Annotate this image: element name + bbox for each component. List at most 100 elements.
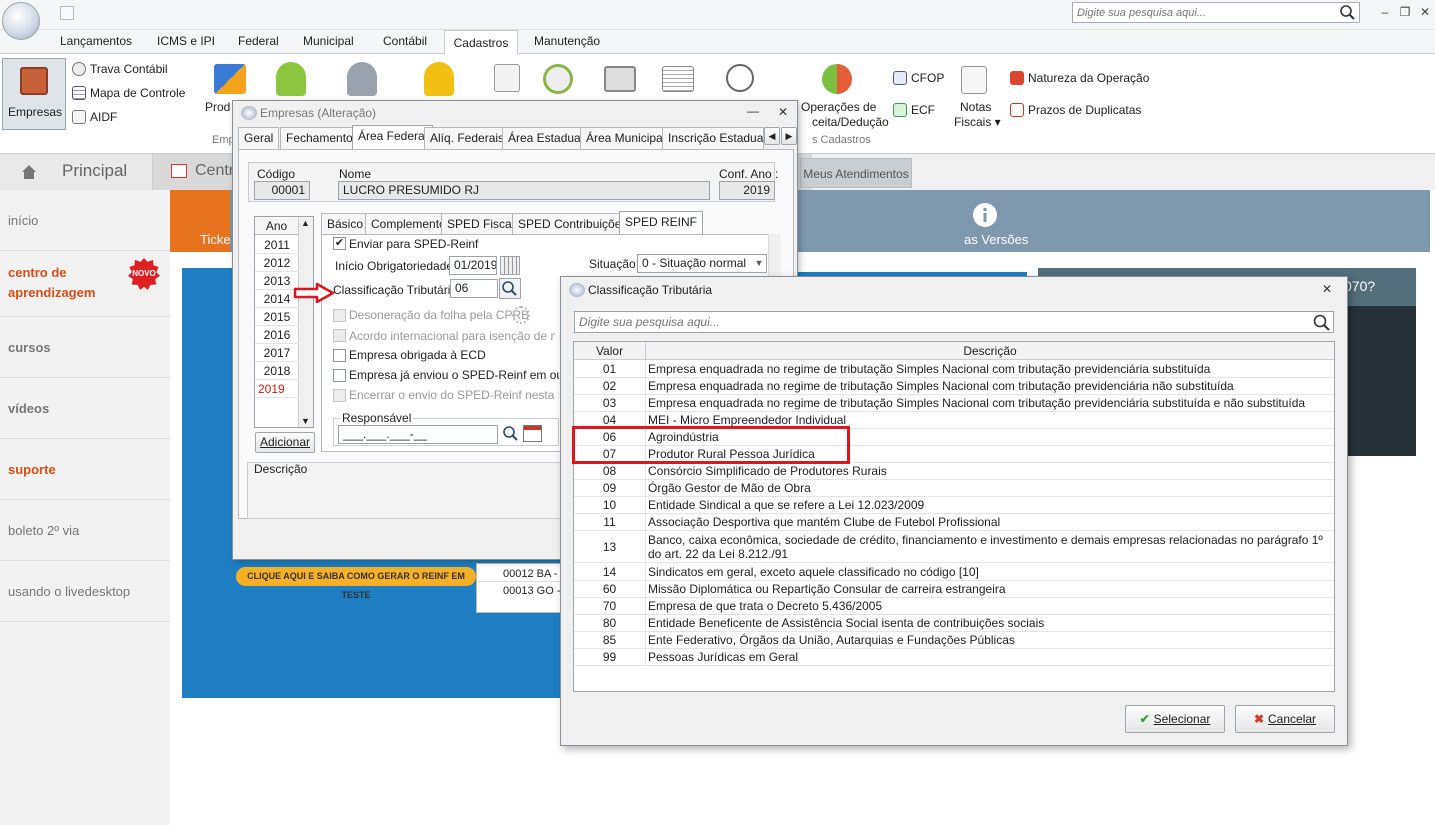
search-icon[interactable] xyxy=(1312,313,1332,332)
tab-area-estadual[interactable]: Área Estadual xyxy=(502,127,590,149)
tab-cadastros[interactable]: Cadastros xyxy=(444,30,518,55)
natureza-operacao-button[interactable]: Natureza da Operação xyxy=(1028,71,1149,85)
seal-icon[interactable] xyxy=(543,64,573,94)
tab-federal[interactable]: Federal xyxy=(238,34,279,48)
adicionar-button[interactable]: Adicionar xyxy=(255,432,315,453)
sidebar-item-centro-aprendizagem[interactable]: centro de aprendizagem xyxy=(0,252,125,313)
prazos-duplicatas-button[interactable]: Prazos de Duplicatas xyxy=(1028,103,1141,117)
ja-enviou-checkbox[interactable] xyxy=(333,369,346,382)
tab-aliq-federais[interactable]: Alíq. Federais xyxy=(424,127,511,149)
sidebar-item-livedesktop[interactable]: usando o livedesktop xyxy=(0,561,170,622)
search-icon[interactable] xyxy=(501,424,521,444)
table-row[interactable]: 13 Banco, caixa econômica, sociedade de c… xyxy=(574,531,1334,563)
table-row[interactable]: 85 Ente Federativo, Órgãos da União, Auta… xyxy=(574,632,1334,649)
table-row[interactable]: 08 Consórcio Simplificado de Produtores R… xyxy=(574,463,1334,480)
table-row[interactable]: 02 Empresa enquadrada no regime de tribut… xyxy=(574,378,1334,395)
classificacao-search[interactable] xyxy=(574,311,1334,333)
tab-manutencao[interactable]: Manutenção xyxy=(534,34,600,48)
tab-contabil[interactable]: Contábil xyxy=(383,34,427,48)
inicio-field[interactable]: 01/2019 xyxy=(449,256,497,275)
tab-scroll-right-button[interactable]: ▶ xyxy=(781,127,797,145)
tab-geral[interactable]: Geral xyxy=(238,127,280,149)
cfop-button[interactable]: CFOP xyxy=(911,71,944,85)
tab-fechamento[interactable]: Fechamento xyxy=(280,127,359,149)
empresas-button[interactable]: Empresas xyxy=(2,58,66,130)
tab-icms-ipi[interactable]: ICMS e IPI xyxy=(157,34,215,48)
desoneracao-checkbox[interactable] xyxy=(333,309,346,322)
responsavel-field[interactable]: ___.___.___-__ xyxy=(338,425,498,444)
app-logo-icon[interactable] xyxy=(2,2,40,40)
table-row[interactable]: 80 Entidade Beneficente de Assistência So… xyxy=(574,615,1334,632)
year-row[interactable]: 2015 xyxy=(255,308,299,326)
tab-area-municipal[interactable]: Área Municipal xyxy=(580,127,672,149)
operacoes-label-2[interactable]: ceita/Dedução xyxy=(812,115,889,129)
reinf-cta-button[interactable]: CLIQUE AQUI E SAIBA COMO GERAR O REINF E… xyxy=(236,567,476,600)
subtab-sped-fiscal[interactable]: SPED Fiscal xyxy=(441,213,521,235)
table-row[interactable]: 60 Missão Diplomática ou Repartição Consu… xyxy=(574,581,1334,598)
year-row[interactable]: 2018 xyxy=(255,362,299,380)
list-icon[interactable] xyxy=(662,66,694,92)
bank-icon[interactable] xyxy=(604,66,636,92)
enviar-sped-checkbox[interactable]: ✔ xyxy=(333,237,346,250)
obrigada-ecd-checkbox[interactable] xyxy=(333,349,346,362)
col-descricao-header[interactable]: Descrição xyxy=(648,342,1332,360)
global-search[interactable] xyxy=(1072,2,1360,23)
chevron-down-icon[interactable]: ▼ xyxy=(752,255,766,272)
table-row[interactable]: 99 Pessoas Jurídicas em Geral xyxy=(574,649,1334,666)
tab-meus-atendimentos[interactable]: Meus Atendimentos xyxy=(800,158,912,188)
tab-lancamentos[interactable]: Lançamentos xyxy=(60,34,132,48)
global-search-input[interactable] xyxy=(1073,3,1333,22)
worker-icon[interactable] xyxy=(424,62,454,96)
tab-area-federal[interactable]: Área Federal xyxy=(352,125,434,150)
cancelar-button[interactable]: ✖ Cancelar xyxy=(1235,705,1335,733)
tab-principal[interactable]: Principal xyxy=(0,154,152,190)
user-green-icon[interactable] xyxy=(276,62,306,96)
info-icon[interactable] xyxy=(972,202,998,228)
cms-ipi-icon[interactable] xyxy=(494,64,520,92)
clock-icon[interactable] xyxy=(726,64,754,92)
minimize-button[interactable]: – xyxy=(1376,4,1394,20)
acordo-checkbox[interactable] xyxy=(333,329,346,342)
ticket-tile[interactable]: Ticke xyxy=(170,190,231,252)
operacoes-label-1[interactable]: Operações de xyxy=(801,100,876,114)
sidebar-item-suporte[interactable]: suporte xyxy=(0,439,170,500)
restore-button[interactable]: ❐ xyxy=(1396,4,1414,20)
year-row[interactable]: 2012 xyxy=(255,254,299,272)
table-row[interactable]: 70 Empresa de que trata o Decreto 5.436/2… xyxy=(574,598,1334,615)
table-row[interactable]: 01 Empresa enquadrada no regime de tribut… xyxy=(574,361,1334,378)
col-valor-header[interactable]: Valor xyxy=(574,342,646,360)
novas-versoes-label[interactable]: as Versões xyxy=(964,232,1028,247)
table-row[interactable]: 14 Sindicatos em geral, exceto aquele cla… xyxy=(574,564,1334,581)
notas-label-2[interactable]: Fiscais ▾ xyxy=(954,115,1001,129)
subtab-basico[interactable]: Básico xyxy=(321,213,370,235)
table-row[interactable]: 03 Empresa enquadrada no regime de tribut… xyxy=(574,395,1334,412)
table-row[interactable]: 10 Entidade Sindical a que se refere a Le… xyxy=(574,497,1334,514)
window-minimize-button[interactable]: — xyxy=(747,104,759,118)
tab-municipal[interactable]: Municipal xyxy=(303,34,354,48)
scroll-up-icon[interactable]: ▲ xyxy=(301,218,310,228)
user-gray-icon[interactable] xyxy=(347,62,377,96)
sidebar-item-inicio[interactable]: início xyxy=(0,190,170,251)
selecionar-button[interactable]: ✔ Selecionar xyxy=(1125,705,1225,733)
year-row-selected[interactable]: 2019 xyxy=(255,380,299,398)
ecf-button[interactable]: ECF xyxy=(911,103,935,117)
produtos-button[interactable]: Prod xyxy=(205,100,230,114)
calendar-picker-icon[interactable] xyxy=(500,256,520,275)
table-row[interactable]: 11 Associação Desportiva que mantém Clube… xyxy=(574,514,1334,531)
trava-contabil-button[interactable]: Trava Contábil xyxy=(90,62,168,76)
window-close-button[interactable]: ✕ xyxy=(778,105,788,119)
calculator-icon[interactable] xyxy=(60,6,74,20)
mapa-controle-button[interactable]: Mapa de Controle xyxy=(90,86,185,100)
subtab-sped-reinf[interactable]: SPED REINF xyxy=(619,211,704,236)
tab-inscricao-estadual[interactable]: Inscrição Estadual S xyxy=(662,127,764,149)
close-button[interactable]: ✕ xyxy=(1416,4,1434,20)
encerrar-checkbox[interactable] xyxy=(333,389,346,402)
dialog-close-button[interactable]: ✕ xyxy=(1322,282,1332,296)
sidebar-item-cursos[interactable]: cursos xyxy=(0,317,170,378)
situacao-select[interactable]: 0 - Situação normal xyxy=(637,254,767,273)
subtab-sped-contribuicoes[interactable]: SPED Contribuições xyxy=(512,213,634,235)
year-row[interactable]: 2016 xyxy=(255,326,299,344)
form-icon[interactable] xyxy=(523,425,542,442)
aidf-button[interactable]: AIDF xyxy=(90,110,117,124)
search-icon[interactable] xyxy=(499,278,521,299)
